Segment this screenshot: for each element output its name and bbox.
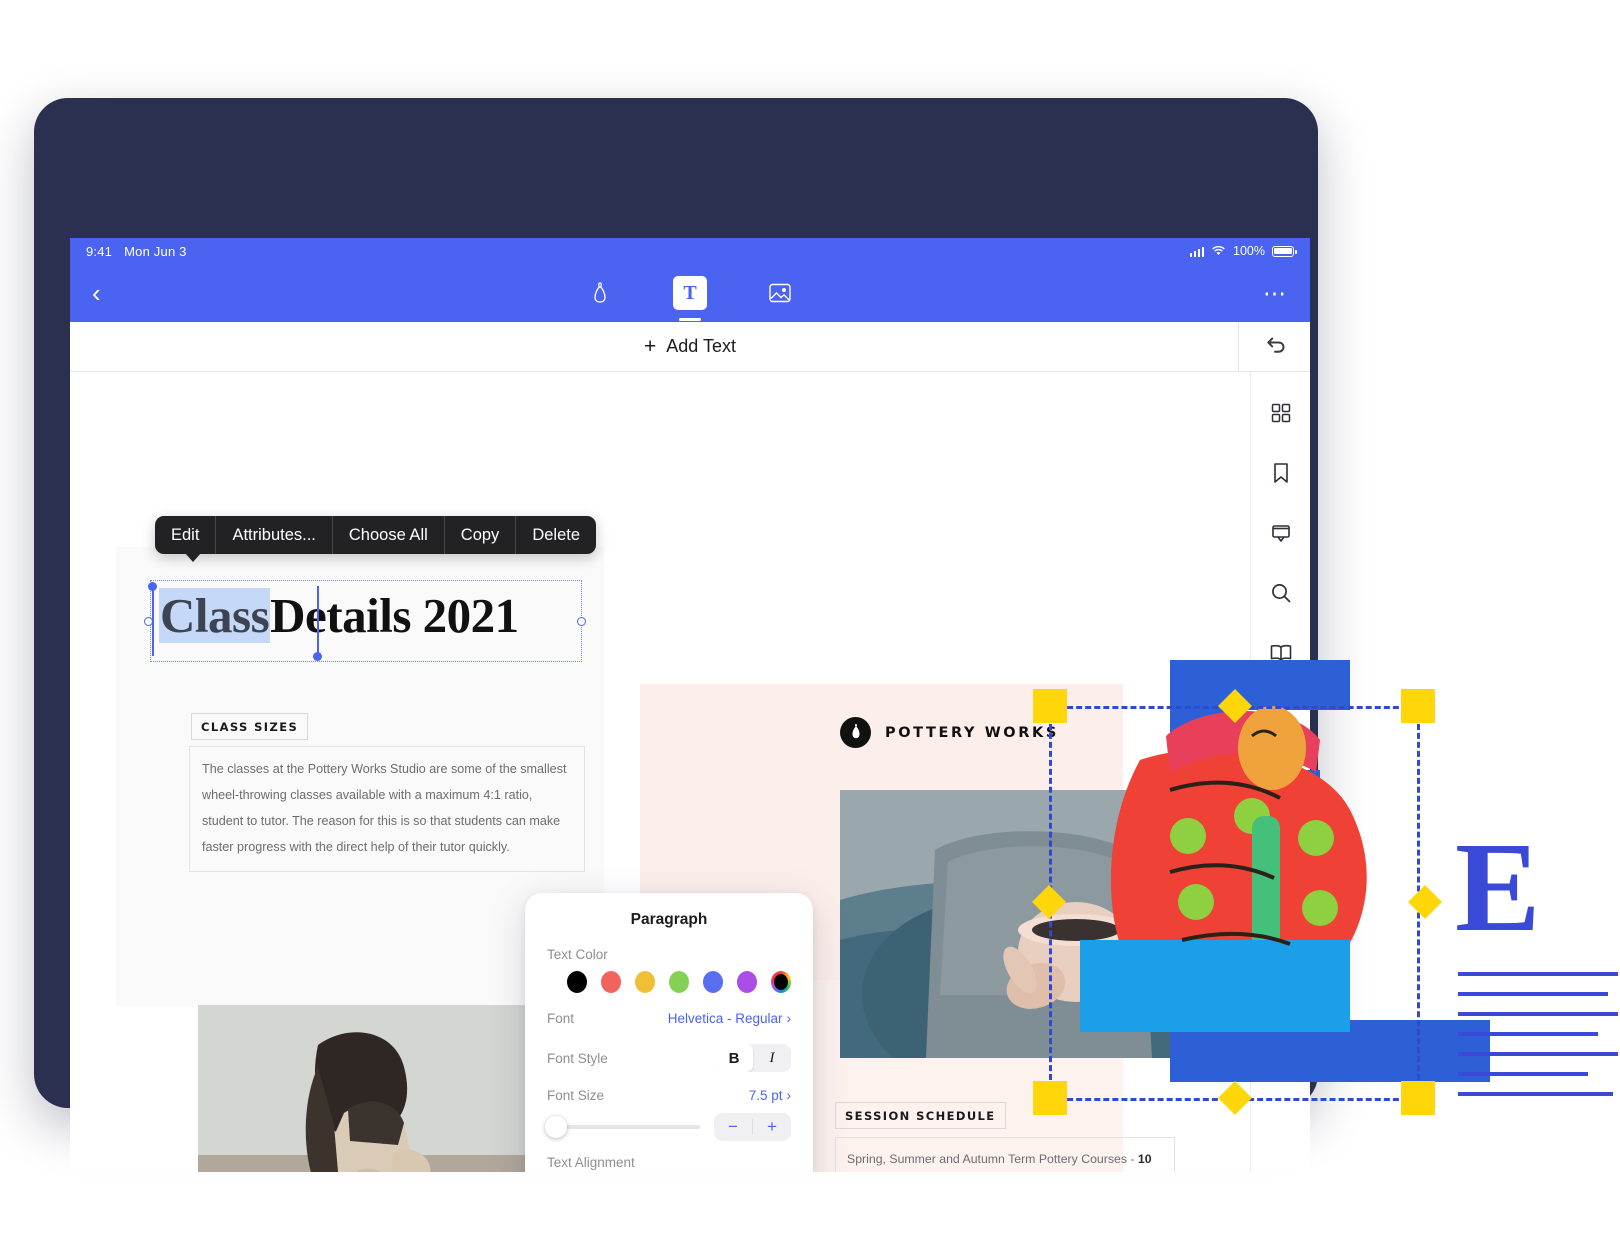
status-bar: 9:41 Mon Jun 3 100% xyxy=(70,238,1310,264)
chevron-right-icon-size: › xyxy=(786,1088,792,1103)
decorative-letter-e: E xyxy=(1455,816,1541,958)
paragraph-panel: Paragraph Text Color Font Helvetica - Re… xyxy=(525,893,813,1172)
text-color-swatches xyxy=(567,971,791,993)
page-title[interactable]: ClassDetails 2021 xyxy=(159,587,519,644)
font-style-label: Font Style xyxy=(547,1050,608,1066)
chevron-right-icon: › xyxy=(786,1011,792,1026)
decorative-line-3 xyxy=(1458,1012,1618,1016)
class-sizes-heading: CLASS SIZES xyxy=(191,713,309,740)
color-swatch-blue[interactable] xyxy=(703,971,723,993)
selection-handle-left[interactable] xyxy=(144,617,153,626)
class-sizes-body: The classes at the Pottery Works Studio … xyxy=(189,746,585,872)
context-menu: Edit Attributes... Choose All Copy Delet… xyxy=(155,516,597,554)
selection-handle-bottom[interactable] xyxy=(313,652,322,661)
battery-icon xyxy=(1272,245,1297,257)
color-swatch-black[interactable] xyxy=(567,971,587,993)
context-menu-item-delete[interactable]: Delete xyxy=(516,516,596,554)
font-size-increase-button[interactable]: + xyxy=(753,1113,791,1141)
decorative-line-5 xyxy=(1458,1052,1618,1056)
font-label: Font xyxy=(547,1011,575,1026)
decorative-line-4 xyxy=(1458,1032,1598,1036)
context-menu-item-edit[interactable]: Edit xyxy=(155,516,217,554)
resize-handle-top-left[interactable] xyxy=(1033,689,1067,723)
class-sizes-body-box[interactable]: The classes at the Pottery Works Studio … xyxy=(189,746,585,872)
bookmark-icon[interactable] xyxy=(1268,460,1294,486)
font-value: Helvetica - Regular xyxy=(667,1011,783,1026)
undo-button[interactable] xyxy=(1238,322,1310,372)
cellular-signal-icon xyxy=(1189,246,1205,257)
object-selection-overlay xyxy=(1032,672,1442,1115)
resize-handle-bottom-right[interactable] xyxy=(1401,1081,1435,1115)
text-tool-icon[interactable]: T xyxy=(673,276,707,321)
font-size-label: Font Size xyxy=(547,1088,605,1103)
comment-icon[interactable] xyxy=(1268,520,1294,546)
text-color-label: Text Color xyxy=(547,947,608,962)
title-selection-box[interactable]: ClassDetails 2021 xyxy=(150,580,582,662)
font-size-stepper: − + xyxy=(714,1113,791,1141)
font-size-value: 7.5 pt xyxy=(748,1088,783,1103)
context-menu-item-choose-all[interactable]: Choose All xyxy=(333,516,445,554)
shape-tool-icon[interactable] xyxy=(583,276,617,310)
text-alignment-label: Text Alignment xyxy=(547,1155,635,1170)
decorative-line-1 xyxy=(1458,972,1618,976)
plus-icon: + xyxy=(644,334,657,358)
context-menu-item-copy[interactable]: Copy xyxy=(445,516,517,554)
class-sizes-heading-box: CLASS SIZES xyxy=(191,713,309,740)
search-icon[interactable] xyxy=(1268,580,1294,606)
selection-handle-right[interactable] xyxy=(577,617,586,626)
session-subtitle-plain: Spring, Summer and Autumn Term Pottery C… xyxy=(847,1152,1138,1166)
selected-word[interactable]: Class xyxy=(159,588,271,643)
font-size-slider-row: − + xyxy=(545,1113,791,1141)
decorative-line-7 xyxy=(1458,1092,1613,1096)
add-text-bar: + Add Text xyxy=(70,322,1310,372)
selection-handle-top[interactable] xyxy=(148,582,157,591)
add-text-button[interactable]: + Add Text xyxy=(644,335,736,359)
italic-button[interactable]: I xyxy=(753,1044,791,1072)
session-schedule-heading: SESSION SCHEDULE xyxy=(835,1102,1006,1129)
rotate-handle-top[interactable] xyxy=(1218,689,1252,723)
color-swatch-purple[interactable] xyxy=(737,971,757,993)
context-menu-pointer xyxy=(185,553,201,562)
battery-percent: 100% xyxy=(1233,244,1265,258)
paragraph-panel-title: Paragraph xyxy=(630,911,708,928)
font-size-value-button[interactable]: 7.5 pt › xyxy=(749,1088,791,1103)
grid-view-icon[interactable] xyxy=(1268,400,1294,426)
pottery-vase-logo-icon xyxy=(840,717,871,748)
image-tool-icon[interactable] xyxy=(763,276,797,310)
resize-handle-bottom-left[interactable] xyxy=(1033,1081,1067,1115)
status-time: 9:41 xyxy=(86,243,113,259)
color-swatch-green[interactable] xyxy=(669,971,689,993)
potter-at-wheel-photo[interactable] xyxy=(198,1005,543,1172)
undo-icon xyxy=(1266,337,1285,353)
font-size-slider-knob[interactable] xyxy=(545,1116,567,1138)
context-menu-item-attributes[interactable]: Attributes... xyxy=(216,516,333,554)
color-swatch-yellow[interactable] xyxy=(635,971,655,993)
font-style-segmented-control: B I xyxy=(715,1044,791,1072)
title-rest: Details 2021 xyxy=(270,588,519,643)
resize-handle-top-right[interactable] xyxy=(1401,689,1435,723)
status-date: Mon Jun 3 xyxy=(124,243,187,259)
color-wheel-swatch[interactable] xyxy=(771,971,791,993)
session-subtitle-box[interactable]: Spring, Summer and Autumn Term Pottery C… xyxy=(835,1137,1175,1172)
font-size-slider[interactable] xyxy=(545,1116,700,1138)
color-swatch-red[interactable] xyxy=(601,971,621,993)
app-toolbar: ‹ T ⋯ xyxy=(70,264,1310,322)
selection-caret-end xyxy=(317,586,319,656)
bold-button[interactable]: B xyxy=(715,1044,753,1072)
wifi-icon xyxy=(1212,246,1225,255)
decorative-line-2 xyxy=(1458,992,1608,996)
font-value-button[interactable]: Helvetica - Regular › xyxy=(668,1011,791,1026)
add-text-label: Add Text xyxy=(666,336,736,356)
screenshot-root: 9:41 Mon Jun 3 100% ‹ T ⋯ + Add Text POT… xyxy=(0,0,1620,1252)
decorative-line-6 xyxy=(1458,1072,1588,1076)
font-size-decrease-button[interactable]: − xyxy=(714,1113,752,1141)
